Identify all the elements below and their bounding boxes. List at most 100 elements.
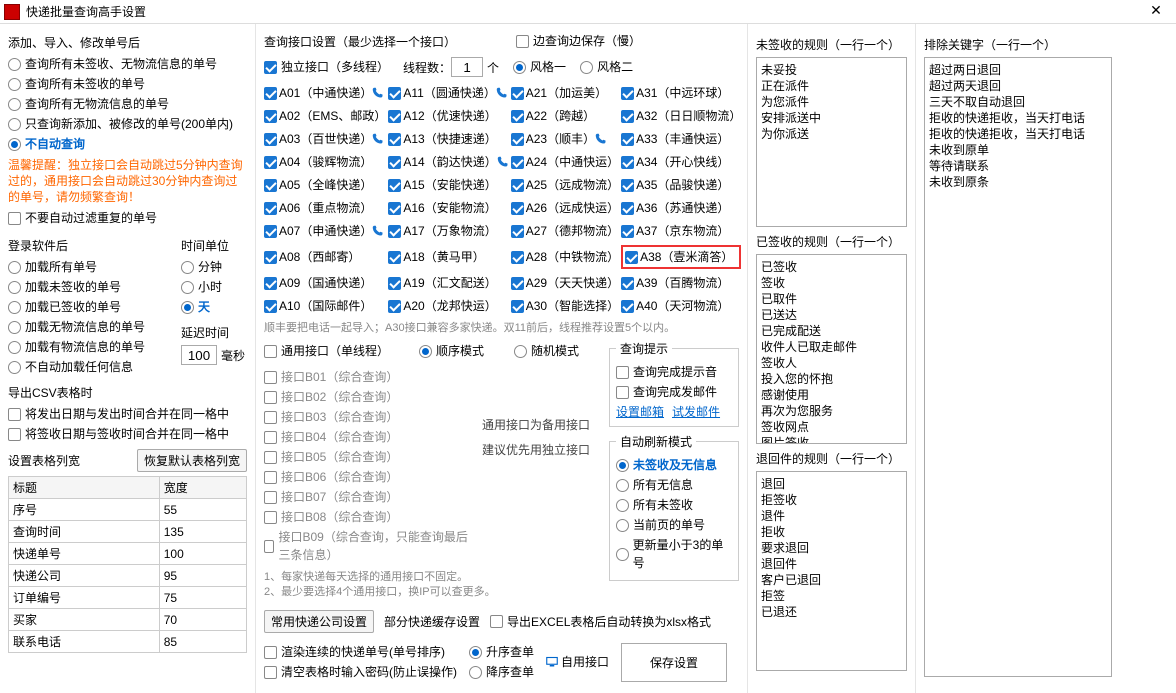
tip-sound[interactable]: 查询完成提示音 bbox=[616, 363, 732, 381]
after-login-radio[interactable]: 加载未签收的单号 bbox=[8, 278, 181, 296]
gen-iface-checkbox[interactable]: 接口B07（综合查询） bbox=[264, 488, 471, 506]
xlsx-convert[interactable]: 导出EXCEL表格后自动转换为xlsx格式 bbox=[490, 613, 711, 631]
gen-iface-checkbox[interactable]: 接口B03（综合查询） bbox=[264, 408, 471, 426]
iface-checkbox[interactable]: A10（国际邮件） bbox=[264, 297, 386, 315]
iface-checkbox[interactable]: A06（重点物流） bbox=[264, 199, 386, 217]
after-add-radio[interactable]: 查询所有无物流信息的单号 bbox=[8, 95, 247, 113]
independent-iface[interactable]: 独立接口（多线程） bbox=[264, 58, 389, 76]
iface-checkbox[interactable]: A08（西邮寄） bbox=[264, 245, 386, 269]
iface-checkbox[interactable]: A04（骏辉物流） bbox=[264, 153, 386, 171]
iface-checkbox[interactable]: A24（中通快运） bbox=[511, 153, 619, 171]
time-unit-radio[interactable]: 分钟 bbox=[181, 258, 247, 276]
iface-checkbox[interactable]: A28（中铁物流） bbox=[511, 245, 619, 269]
after-add-radio[interactable]: 只查询新添加、被修改的单号(200单内) bbox=[8, 115, 247, 133]
iface-checkbox[interactable]: A12（优速快递） bbox=[388, 107, 508, 125]
iface-checkbox[interactable]: A01（中通快递） bbox=[264, 84, 386, 102]
gen-iface-checkbox[interactable]: 接口B04（综合查询） bbox=[264, 428, 471, 446]
iface-checkbox[interactable]: A39（百腾物流） bbox=[621, 274, 741, 292]
iface-checkbox[interactable]: A17（万象物流） bbox=[388, 222, 508, 240]
gen-iface-checkbox[interactable]: 接口B09（综合查询，只能查询最后三条信息） bbox=[264, 528, 471, 564]
gen-iface-checkbox[interactable]: 接口B01（综合查询） bbox=[264, 368, 471, 386]
thread-count-input[interactable] bbox=[451, 57, 483, 77]
after-login-radio[interactable]: 加载已签收的单号 bbox=[8, 298, 181, 316]
iface-checkbox[interactable]: A35（品骏快递） bbox=[621, 176, 741, 194]
table-row[interactable]: 联系电话85 bbox=[9, 631, 247, 653]
after-add-radio[interactable]: 不自动查询 bbox=[8, 135, 247, 153]
iface-checkbox[interactable]: A18（黄马甲） bbox=[388, 245, 508, 269]
iface-checkbox[interactable]: A36（苏通快递） bbox=[621, 199, 741, 217]
common-company-button[interactable]: 常用快递公司设置 bbox=[264, 610, 374, 633]
iface-checkbox[interactable]: A14（韵达快递） bbox=[388, 153, 508, 171]
iface-checkbox[interactable]: A26（远成快运） bbox=[511, 199, 619, 217]
seq-mode[interactable]: 顺序模式 bbox=[419, 342, 484, 360]
iface-checkbox[interactable]: A15（安能快递） bbox=[388, 176, 508, 194]
auto-refresh-radio[interactable]: 所有无信息 bbox=[616, 476, 732, 494]
csv-merge-send[interactable]: 将发出日期与发出时间合并在同一格中 bbox=[8, 405, 247, 423]
set-mail-link[interactable]: 设置邮箱 bbox=[616, 403, 664, 420]
after-login-radio[interactable]: 加载无物流信息的单号 bbox=[8, 318, 181, 336]
iface-checkbox[interactable]: A40（天河物流） bbox=[621, 297, 741, 315]
time-unit-radio[interactable]: 天 bbox=[181, 298, 247, 316]
table-row[interactable]: 买家70 bbox=[9, 609, 247, 631]
delay-input[interactable] bbox=[181, 345, 217, 365]
table-row[interactable]: 订单编号75 bbox=[9, 587, 247, 609]
iface-checkbox[interactable]: A02（EMS、邮政） bbox=[264, 107, 386, 125]
return-rule-text[interactable]: 退回 拒签收 退件 拒收 要求退回 退回件 客户已退回 拒签 已退还 bbox=[756, 471, 907, 671]
style2-radio[interactable]: 风格二 bbox=[580, 58, 633, 76]
iface-checkbox[interactable]: A27（德邦物流） bbox=[511, 222, 619, 240]
table-row[interactable]: 快递单号100 bbox=[9, 543, 247, 565]
save-button[interactable]: 保存设置 bbox=[621, 643, 727, 682]
after-add-radio[interactable]: 查询所有未签收、无物流信息的单号 bbox=[8, 55, 247, 73]
iface-checkbox[interactable]: A13（快捷速递） bbox=[388, 130, 508, 148]
auto-refresh-radio[interactable]: 未签收及无信息 bbox=[616, 456, 732, 474]
auto-refresh-radio[interactable]: 当前页的单号 bbox=[616, 516, 732, 534]
general-iface[interactable]: 通用接口（单线程） bbox=[264, 342, 389, 360]
iface-checkbox[interactable]: A09（国通快递） bbox=[264, 274, 386, 292]
gen-iface-checkbox[interactable]: 接口B05（综合查询） bbox=[264, 448, 471, 466]
auto-refresh-radio[interactable]: 更新量小于3的单号 bbox=[616, 536, 732, 572]
table-row[interactable]: 查询时间135 bbox=[9, 521, 247, 543]
tip-mail[interactable]: 查询完成发邮件 bbox=[616, 383, 732, 401]
iface-checkbox[interactable]: A05（全峰快递） bbox=[264, 176, 386, 194]
test-mail-link[interactable]: 试发邮件 bbox=[672, 403, 720, 420]
iface-checkbox[interactable]: A22（跨越） bbox=[511, 107, 619, 125]
no-dedup-checkbox[interactable]: 不要自动过滤重复的单号 bbox=[8, 209, 247, 227]
iface-checkbox[interactable]: A29（天天快递） bbox=[511, 274, 619, 292]
exclude-text[interactable]: 超过两日退回 超过两天退回 三天不取自动退回 拒收的快递拒收，当天打电话 拒收的… bbox=[924, 57, 1112, 677]
iface-checkbox[interactable]: A30（智能选择） bbox=[511, 297, 619, 315]
unsigned-rule-text[interactable]: 未妥投 正在派件 为您派件 安排派送中 为你派送 bbox=[756, 57, 907, 227]
iface-checkbox[interactable]: A34（开心快线） bbox=[621, 153, 741, 171]
iface-checkbox[interactable]: A23（顺丰） bbox=[511, 130, 619, 148]
iface-checkbox[interactable]: A11（圆通快递） bbox=[388, 84, 508, 102]
iface-checkbox[interactable]: A20（龙邦快运） bbox=[388, 297, 508, 315]
gen-iface-checkbox[interactable]: 接口B08（综合查询） bbox=[264, 508, 471, 526]
desc-sort[interactable]: 降序查单 bbox=[469, 663, 534, 681]
asc-sort[interactable]: 升序查单 bbox=[469, 643, 534, 661]
iface-checkbox[interactable]: A19（汇文配送） bbox=[388, 274, 508, 292]
clear-with-pwd[interactable]: 清空表格时输入密码(防止误操作) bbox=[264, 663, 457, 681]
reset-width-button[interactable]: 恢复默认表格列宽 bbox=[137, 449, 247, 472]
style1-radio[interactable]: 风格一 bbox=[513, 58, 566, 76]
iface-checkbox[interactable]: A25（远成物流） bbox=[511, 176, 619, 194]
self-iface[interactable]: 自用接口 bbox=[546, 653, 609, 671]
iface-checkbox[interactable]: A07（申通快递） bbox=[264, 222, 386, 240]
iface-checkbox[interactable]: A21（加运美） bbox=[511, 84, 619, 102]
iface-checkbox[interactable]: A33（丰通快运） bbox=[621, 130, 741, 148]
auto-refresh-radio[interactable]: 所有未签收 bbox=[616, 496, 732, 514]
close-icon[interactable]: ✕ bbox=[1140, 2, 1172, 22]
save-while-query[interactable]: 边查询边保存（慢） bbox=[516, 32, 641, 50]
iface-checkbox[interactable]: A31（中远环球） bbox=[621, 84, 741, 102]
after-login-radio[interactable]: 加载所有单号 bbox=[8, 258, 181, 276]
table-row[interactable]: 快递公司95 bbox=[9, 565, 247, 587]
iface-checkbox[interactable]: A03（百世快递） bbox=[264, 130, 386, 148]
rand-mode[interactable]: 随机模式 bbox=[514, 342, 579, 360]
iface-checkbox[interactable]: A37（京东物流） bbox=[621, 222, 741, 240]
iface-checkbox[interactable]: A16（安能物流） bbox=[388, 199, 508, 217]
after-login-radio[interactable]: 加载有物流信息的单号 bbox=[8, 338, 181, 356]
after-login-radio[interactable]: 不自动加载任何信息 bbox=[8, 358, 181, 376]
table-row[interactable]: 序号55 bbox=[9, 499, 247, 521]
iface-checkbox[interactable]: A38（壹米滴答） bbox=[621, 245, 741, 269]
render-continuous[interactable]: 渲染连续的快递单号(单号排序) bbox=[264, 643, 457, 661]
csv-merge-sign[interactable]: 将签收日期与签收时间合并在同一格中 bbox=[8, 425, 247, 443]
iface-checkbox[interactable]: A32（日日顺物流） bbox=[621, 107, 741, 125]
